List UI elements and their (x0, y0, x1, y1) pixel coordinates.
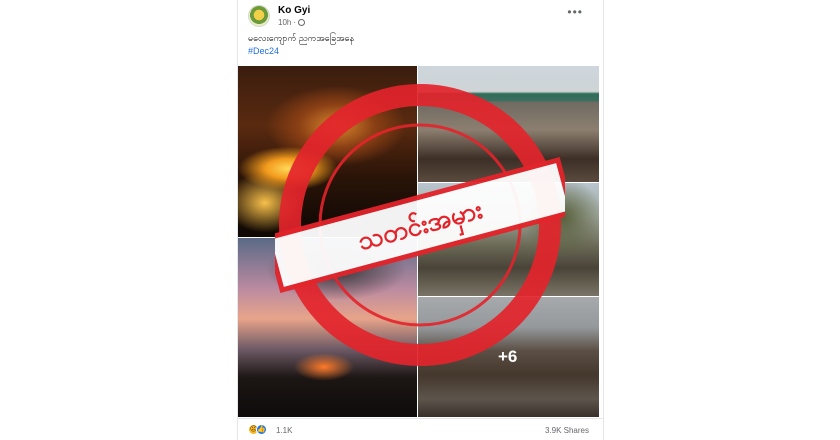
photo-burned-building[interactable] (418, 66, 599, 182)
post-time[interactable]: 10h (278, 18, 291, 27)
separator: · (293, 18, 297, 27)
like-reaction-icon: 👍 (256, 424, 267, 435)
photo-smoke-sunset[interactable] (238, 238, 417, 417)
post-caption: မလေးကျောက် ညကအခြေအနေ (248, 33, 355, 43)
photo-fire-night[interactable] (238, 66, 417, 237)
author-avatar[interactable] (248, 5, 270, 27)
more-photos-count[interactable]: +6 (498, 347, 517, 367)
photo-ruins[interactable]: +6 (418, 297, 599, 417)
facebook-post: Ko Gyi 10h · ••• မလေးကျောက် ညကအခြေအနေ #D… (237, 0, 604, 440)
photo-burned-street[interactable] (418, 183, 599, 296)
globe-icon (298, 19, 306, 26)
reaction-icons[interactable]: ☹ 👍 (248, 424, 267, 435)
shares-count[interactable]: 3.9K Shares (545, 426, 589, 435)
post-footer: ☹ 👍 1.1K 3.9K Shares (238, 418, 603, 440)
author-name[interactable]: Ko Gyi (278, 5, 310, 16)
post-meta: 10h · (278, 18, 306, 27)
hashtag-link[interactable]: #Dec24 (248, 46, 279, 56)
reaction-count[interactable]: 1.1K (276, 426, 292, 435)
more-options-icon[interactable]: ••• (567, 5, 583, 19)
